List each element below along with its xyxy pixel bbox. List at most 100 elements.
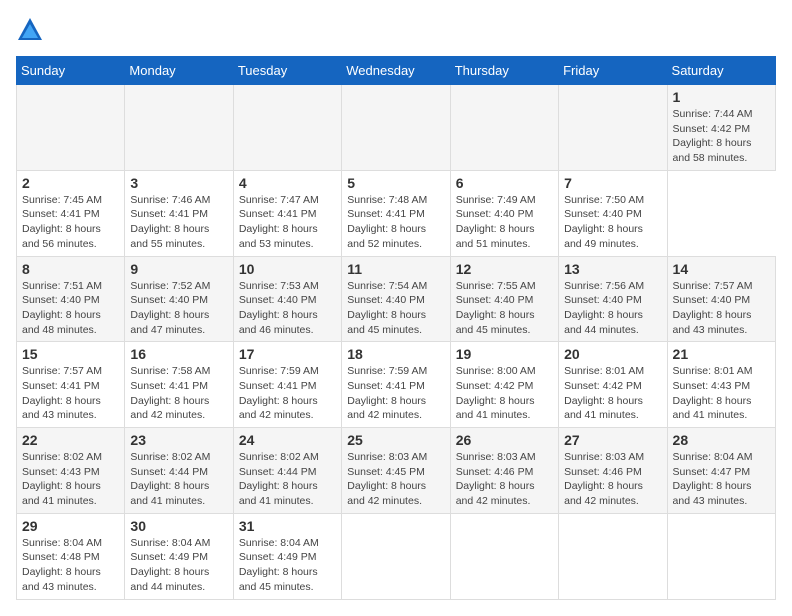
day-info: Sunrise: 7:54 AM Sunset: 4:40 PM Dayligh… (347, 279, 444, 338)
day-info: Sunrise: 7:44 AM Sunset: 4:42 PM Dayligh… (673, 107, 770, 166)
calendar-week-row: 8 Sunrise: 7:51 AM Sunset: 4:40 PM Daylig… (17, 256, 776, 342)
calendar-header-row: SundayMondayTuesdayWednesdayThursdayFrid… (17, 57, 776, 85)
calendar-week-row: 22Sunrise: 8:02 AM Sunset: 4:43 PM Dayli… (17, 428, 776, 514)
day-number: 1 (673, 89, 770, 105)
day-info: Sunrise: 8:03 AM Sunset: 4:46 PM Dayligh… (564, 450, 661, 509)
calendar-week-row: 29Sunrise: 8:04 AM Sunset: 4:48 PM Dayli… (17, 513, 776, 599)
calendar-day: 15Sunrise: 7:57 AM Sunset: 4:41 PM Dayli… (17, 342, 125, 428)
day-info: Sunrise: 7:49 AM Sunset: 4:40 PM Dayligh… (456, 193, 553, 252)
calendar-week-row: 15Sunrise: 7:57 AM Sunset: 4:41 PM Dayli… (17, 342, 776, 428)
day-number: 23 (130, 432, 227, 448)
calendar-day: 7 Sunrise: 7:50 AM Sunset: 4:40 PM Daylig… (559, 170, 667, 256)
calendar-day: 11 Sunrise: 7:54 AM Sunset: 4:40 PM Dayli… (342, 256, 450, 342)
calendar-day: 10Sunrise: 7:53 AM Sunset: 4:40 PM Dayli… (233, 256, 341, 342)
calendar-day: 2 Sunrise: 7:45 AM Sunset: 4:41 PM Daylig… (17, 170, 125, 256)
calendar-day-header: Sunday (17, 57, 125, 85)
calendar-day: 8 Sunrise: 7:51 AM Sunset: 4:40 PM Daylig… (17, 256, 125, 342)
day-info: Sunrise: 7:52 AM Sunset: 4:40 PM Dayligh… (130, 279, 227, 338)
day-info: Sunrise: 7:45 AM Sunset: 4:41 PM Dayligh… (22, 193, 119, 252)
logo-icon (16, 16, 44, 44)
day-number: 11 (347, 261, 444, 277)
calendar-day: 14 Sunrise: 7:57 AM Sunset: 4:40 PM Dayli… (667, 256, 775, 342)
calendar-week-row: 1 Sunrise: 7:44 AM Sunset: 4:42 PM Daylig… (17, 85, 776, 171)
calendar-day: 3 Sunrise: 7:46 AM Sunset: 4:41 PM Daylig… (125, 170, 233, 256)
calendar-day: 24Sunrise: 8:02 AM Sunset: 4:44 PM Dayli… (233, 428, 341, 514)
calendar-day: 17Sunrise: 7:59 AM Sunset: 4:41 PM Dayli… (233, 342, 341, 428)
day-info: Sunrise: 7:53 AM Sunset: 4:40 PM Dayligh… (239, 279, 336, 338)
calendar-day: 30Sunrise: 8:04 AM Sunset: 4:49 PM Dayli… (125, 513, 233, 599)
calendar-day: 13Sunrise: 7:56 AM Sunset: 4:40 PM Dayli… (559, 256, 667, 342)
calendar-day-empty (342, 85, 450, 171)
day-info: Sunrise: 7:55 AM Sunset: 4:40 PM Dayligh… (456, 279, 553, 338)
day-info: Sunrise: 7:50 AM Sunset: 4:40 PM Dayligh… (564, 193, 661, 252)
day-info: Sunrise: 7:48 AM Sunset: 4:41 PM Dayligh… (347, 193, 444, 252)
calendar-day: 18 Sunrise: 7:59 AM Sunset: 4:41 PM Dayli… (342, 342, 450, 428)
calendar-day: 9 Sunrise: 7:52 AM Sunset: 4:40 PM Daylig… (125, 256, 233, 342)
calendar-week-row: 2 Sunrise: 7:45 AM Sunset: 4:41 PM Daylig… (17, 170, 776, 256)
calendar-day-empty (342, 513, 450, 599)
calendar-day: 27 Sunrise: 8:03 AM Sunset: 4:46 PM Dayli… (559, 428, 667, 514)
day-number: 5 (347, 175, 444, 191)
calendar-day: 6 Sunrise: 7:49 AM Sunset: 4:40 PM Daylig… (450, 170, 558, 256)
calendar-day: 20Sunrise: 8:01 AM Sunset: 4:42 PM Dayli… (559, 342, 667, 428)
calendar-day-empty (559, 85, 667, 171)
logo (16, 16, 48, 44)
day-number: 18 (347, 346, 444, 362)
calendar-day: 25 Sunrise: 8:03 AM Sunset: 4:45 PM Dayli… (342, 428, 450, 514)
day-number: 2 (22, 175, 119, 191)
day-info: Sunrise: 8:04 AM Sunset: 4:49 PM Dayligh… (239, 536, 336, 595)
calendar-day-empty (17, 85, 125, 171)
calendar-day: 29Sunrise: 8:04 AM Sunset: 4:48 PM Dayli… (17, 513, 125, 599)
calendar-day-header: Wednesday (342, 57, 450, 85)
day-info: Sunrise: 8:01 AM Sunset: 4:43 PM Dayligh… (673, 364, 770, 423)
day-info: Sunrise: 7:58 AM Sunset: 4:41 PM Dayligh… (130, 364, 227, 423)
day-number: 27 (564, 432, 661, 448)
day-number: 7 (564, 175, 661, 191)
calendar-day-empty (450, 513, 558, 599)
day-info: Sunrise: 7:59 AM Sunset: 4:41 PM Dayligh… (347, 364, 444, 423)
calendar-header: SundayMondayTuesdayWednesdayThursdayFrid… (17, 57, 776, 85)
day-info: Sunrise: 7:57 AM Sunset: 4:41 PM Dayligh… (22, 364, 119, 423)
calendar-day-empty (125, 85, 233, 171)
day-info: Sunrise: 8:04 AM Sunset: 4:49 PM Dayligh… (130, 536, 227, 595)
calendar-day: 12 Sunrise: 7:55 AM Sunset: 4:40 PM Dayli… (450, 256, 558, 342)
day-number: 13 (564, 261, 661, 277)
day-info: Sunrise: 8:02 AM Sunset: 4:44 PM Dayligh… (130, 450, 227, 509)
day-info: Sunrise: 8:00 AM Sunset: 4:42 PM Dayligh… (456, 364, 553, 423)
day-info: Sunrise: 7:51 AM Sunset: 4:40 PM Dayligh… (22, 279, 119, 338)
day-number: 24 (239, 432, 336, 448)
day-info: Sunrise: 7:47 AM Sunset: 4:41 PM Dayligh… (239, 193, 336, 252)
calendar-day: 31 Sunrise: 8:04 AM Sunset: 4:49 PM Dayli… (233, 513, 341, 599)
day-number: 19 (456, 346, 553, 362)
day-number: 25 (347, 432, 444, 448)
day-number: 20 (564, 346, 661, 362)
day-number: 3 (130, 175, 227, 191)
day-number: 31 (239, 518, 336, 534)
calendar-day: 1 Sunrise: 7:44 AM Sunset: 4:42 PM Daylig… (667, 85, 775, 171)
day-info: Sunrise: 8:02 AM Sunset: 4:43 PM Dayligh… (22, 450, 119, 509)
day-number: 17 (239, 346, 336, 362)
day-number: 14 (673, 261, 770, 277)
calendar-day-header: Monday (125, 57, 233, 85)
day-number: 28 (673, 432, 770, 448)
calendar-day-empty (667, 513, 775, 599)
calendar-body: 1 Sunrise: 7:44 AM Sunset: 4:42 PM Daylig… (17, 85, 776, 600)
day-number: 26 (456, 432, 553, 448)
day-number: 6 (456, 175, 553, 191)
day-info: Sunrise: 7:46 AM Sunset: 4:41 PM Dayligh… (130, 193, 227, 252)
day-info: Sunrise: 7:57 AM Sunset: 4:40 PM Dayligh… (673, 279, 770, 338)
day-number: 16 (130, 346, 227, 362)
calendar-day: 16 Sunrise: 7:58 AM Sunset: 4:41 PM Dayli… (125, 342, 233, 428)
day-number: 12 (456, 261, 553, 277)
day-number: 9 (130, 261, 227, 277)
day-number: 21 (673, 346, 770, 362)
calendar-day-empty (233, 85, 341, 171)
calendar-day: 23 Sunrise: 8:02 AM Sunset: 4:44 PM Dayli… (125, 428, 233, 514)
calendar-day-empty (559, 513, 667, 599)
calendar-day-header: Friday (559, 57, 667, 85)
day-number: 4 (239, 175, 336, 191)
day-info: Sunrise: 8:03 AM Sunset: 4:45 PM Dayligh… (347, 450, 444, 509)
calendar-day: 22Sunrise: 8:02 AM Sunset: 4:43 PM Dayli… (17, 428, 125, 514)
day-number: 29 (22, 518, 119, 534)
day-number: 8 (22, 261, 119, 277)
